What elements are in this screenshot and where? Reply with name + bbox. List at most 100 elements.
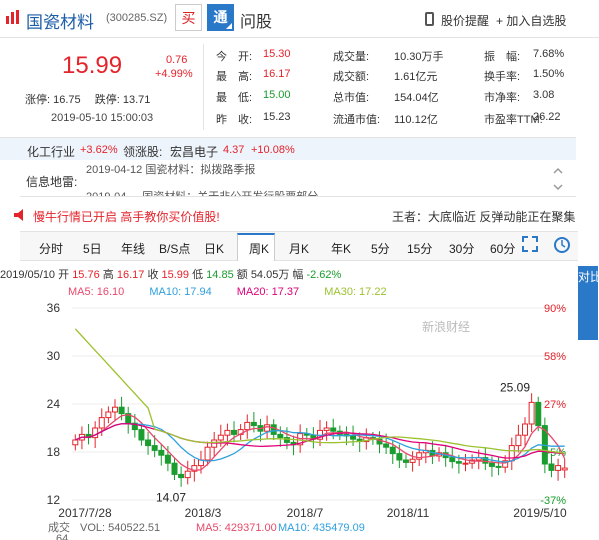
limits: 涨停: 16.75 跌停: 13.71 bbox=[25, 94, 151, 106]
quote-label: 今 开: bbox=[216, 51, 253, 63]
legend-ma20: MA20: 17.37 bbox=[236, 286, 300, 298]
buy-button[interactable]: 买 bbox=[175, 4, 202, 31]
ask-stock-link[interactable]: 问股 bbox=[240, 8, 272, 32]
x-tick-label: 2018/11 bbox=[387, 506, 430, 520]
candle bbox=[462, 462, 469, 465]
candle bbox=[178, 473, 185, 479]
stock-name: 国瓷材料 bbox=[26, 13, 94, 32]
quote-label: 成交额: bbox=[333, 71, 370, 83]
candle bbox=[171, 462, 178, 475]
legend-ma5: MA5: 16.10 bbox=[68, 286, 125, 298]
quote-value: 26.22 bbox=[533, 111, 561, 123]
candle bbox=[383, 443, 390, 448]
speaker-icon bbox=[14, 209, 23, 221]
volume-value: VOL: 540522.51 bbox=[80, 522, 160, 534]
y-tick-label: 36 bbox=[47, 301, 61, 315]
quote-value: 7.68% bbox=[533, 48, 565, 60]
candle bbox=[270, 424, 277, 435]
candle bbox=[548, 463, 555, 471]
candle bbox=[528, 401, 535, 425]
promo-link[interactable]: 慢牛行情已开启 高手教你买价值股! bbox=[33, 208, 220, 225]
candle bbox=[224, 429, 231, 436]
scroll-arrows-icon[interactable] bbox=[552, 165, 564, 193]
y-tick-label: 30 bbox=[47, 349, 61, 363]
leader-label: 领涨股: bbox=[123, 145, 163, 159]
candle bbox=[515, 434, 522, 447]
leader-price: 4.37 bbox=[223, 144, 245, 156]
quote-label: 最 低: bbox=[216, 92, 253, 104]
current-price: 15.99 bbox=[62, 52, 123, 79]
quote-label: 换手率: bbox=[484, 71, 521, 83]
expand-icon[interactable] bbox=[522, 236, 538, 252]
tab-8[interactable]: 5分 bbox=[371, 240, 390, 257]
tab-9[interactable]: 15分 bbox=[407, 240, 432, 257]
quote-label: 市净率: bbox=[484, 92, 521, 104]
divider bbox=[203, 44, 204, 130]
news-item[interactable]: 2019-04-... 国瓷材料：关于非公开发行股票部分... bbox=[86, 188, 327, 196]
industry-pct: +3.62% bbox=[80, 144, 118, 156]
quote-label: 总市值: bbox=[333, 92, 370, 104]
clock-icon[interactable] bbox=[553, 236, 571, 254]
candle bbox=[111, 406, 118, 413]
candle bbox=[164, 454, 171, 464]
quote-value: 15.30 bbox=[263, 48, 291, 60]
watermark: 新浪财经 bbox=[422, 319, 470, 334]
price-alert-link[interactable]: 股价提醒 bbox=[441, 12, 489, 29]
candle bbox=[118, 406, 125, 415]
candle bbox=[402, 459, 409, 463]
tab-5[interactable]: 周K bbox=[249, 240, 269, 257]
quote-label: 最 高: bbox=[216, 71, 253, 83]
candle bbox=[555, 465, 562, 471]
x-tick-label: 2019/5/10 bbox=[513, 506, 567, 520]
candle bbox=[184, 470, 191, 479]
legend-ma10: MA10: 17.94 bbox=[149, 286, 212, 298]
tab-2[interactable]: 年线 bbox=[121, 240, 145, 257]
pct-tick-label: 58% bbox=[544, 351, 566, 363]
quote-value: 15.00 bbox=[263, 89, 291, 101]
phone-icon bbox=[425, 12, 434, 26]
leader-pct: +10.08% bbox=[251, 144, 295, 156]
x-tick-label: 2018/3 bbox=[185, 506, 222, 520]
volume-axis-label: 64 bbox=[56, 533, 68, 540]
quote-value: 154.04亿 bbox=[394, 92, 439, 104]
candle bbox=[409, 458, 416, 463]
tab-11[interactable]: 60分 bbox=[490, 240, 515, 257]
candle bbox=[495, 465, 502, 468]
candle bbox=[204, 446, 211, 461]
promo-right-link[interactable]: 王者：大底临近 反弹动能正在聚集 bbox=[392, 208, 575, 225]
news-ticker: 2019-04-12 国瓷材料：拟拨路季报 信息地雷: 2019-04-... … bbox=[20, 161, 576, 197]
leader-stock[interactable]: 宏昌电子 bbox=[170, 143, 218, 160]
quote-label: 昨 收: bbox=[216, 114, 253, 126]
candle bbox=[138, 429, 145, 441]
news-item[interactable]: 2019-04-12 国瓷材料：拟拨路季报 bbox=[86, 161, 255, 177]
candle bbox=[151, 445, 158, 451]
tab-4[interactable]: 日K bbox=[204, 240, 224, 257]
tab-7[interactable]: 年K bbox=[331, 240, 351, 257]
tab-6[interactable]: 月K bbox=[289, 240, 309, 257]
logo-icon bbox=[6, 10, 19, 24]
news-label: 信息地雷: bbox=[26, 175, 78, 189]
tab-1[interactable]: 5日 bbox=[83, 240, 102, 257]
tab-10[interactable]: 30分 bbox=[449, 240, 474, 257]
compare-index-tab[interactable]: 对比深指 bbox=[578, 266, 599, 340]
x-tick-label: 2017/7/28 bbox=[58, 506, 112, 520]
candle bbox=[396, 453, 403, 461]
kline-chart[interactable]: 363024181290%58%27%-5%-37%新浪财经14.0725.09… bbox=[0, 298, 578, 540]
industry-bar: 化工行业 +3.62% 领涨股: 宏昌电子 4.37 +10.08% bbox=[0, 137, 576, 160]
candle bbox=[145, 439, 152, 447]
tab-0[interactable]: 分时 bbox=[39, 240, 63, 257]
candle bbox=[277, 433, 284, 439]
candle bbox=[72, 439, 79, 446]
candle bbox=[350, 435, 357, 440]
quote-value: 16.17 bbox=[263, 68, 291, 80]
candle bbox=[244, 421, 251, 431]
candle bbox=[488, 462, 495, 467]
tab-3[interactable]: B/S点 bbox=[159, 240, 190, 257]
candle bbox=[217, 434, 224, 441]
tong-button[interactable]: 通 bbox=[207, 4, 234, 31]
add-watchlist-link[interactable]: + 加入自选股 bbox=[496, 12, 566, 29]
volume-label: 成交 bbox=[48, 520, 70, 534]
y-tick-label: 18 bbox=[47, 445, 61, 459]
candle bbox=[231, 429, 238, 435]
industry-label[interactable]: 化工行业 bbox=[27, 143, 75, 160]
